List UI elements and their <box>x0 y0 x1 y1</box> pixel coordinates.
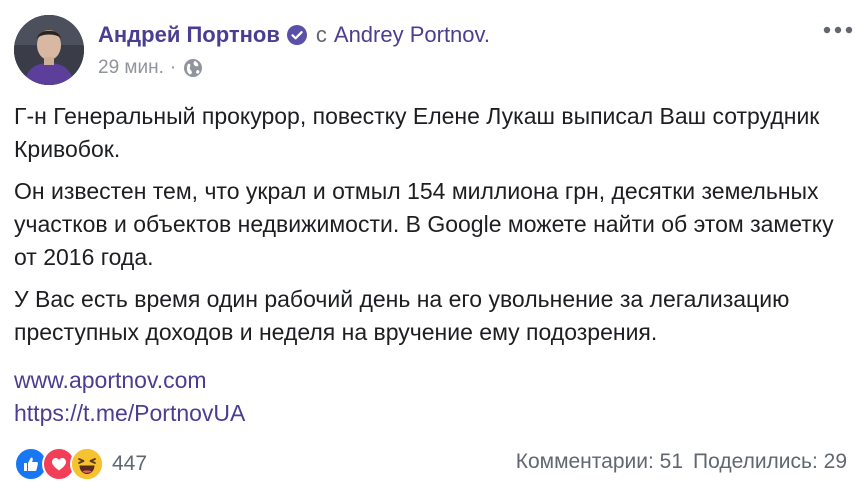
globe-icon[interactable] <box>182 57 204 79</box>
haha-icon <box>70 447 104 481</box>
website-link[interactable]: www.aportnov.com <box>14 364 245 397</box>
facebook-post: Андрей Портнов с Andrey Portnov. 29 мин.… <box>0 0 855 481</box>
post-text: Г-н Генеральный прокурор, повестку Елене… <box>14 100 844 358</box>
telegram-link[interactable]: https://t.me/PortnovUA <box>14 397 245 430</box>
post-header: Андрей Портнов с Andrey Portnov. <box>98 20 490 50</box>
post-links: www.aportnov.com https://t.me/PortnovUA <box>14 364 245 430</box>
with-prefix: с <box>315 22 327 47</box>
post-paragraph: Г-н Генеральный прокурор, повестку Елене… <box>14 103 820 162</box>
post-paragraph: Он известен тем, что украл и отмыл 154 м… <box>14 178 834 270</box>
tagged-page-name[interactable]: Andrey Portnov. <box>334 22 490 48</box>
meta-separator: · <box>169 57 177 78</box>
author-name[interactable]: Андрей Портнов <box>98 22 280 48</box>
reactions-summary[interactable]: 447 <box>14 447 147 481</box>
shares-count[interactable]: Поделились: 29 <box>693 450 847 474</box>
more-options-icon[interactable] <box>821 20 855 40</box>
post-meta: 29 мин. · <box>98 56 204 80</box>
post-timestamp[interactable]: 29 мин. <box>98 57 164 79</box>
avatar-image <box>14 15 84 85</box>
comments-count[interactable]: Комментарии: 51 <box>516 450 683 474</box>
post-stats: Комментарии: 51 Поделились: 29 <box>516 450 847 474</box>
post-paragraph: У Вас есть время один рабочий день на ег… <box>14 286 790 345</box>
reaction-count: 447 <box>112 452 148 475</box>
author-avatar[interactable] <box>14 15 84 85</box>
verified-badge-icon <box>286 24 308 46</box>
